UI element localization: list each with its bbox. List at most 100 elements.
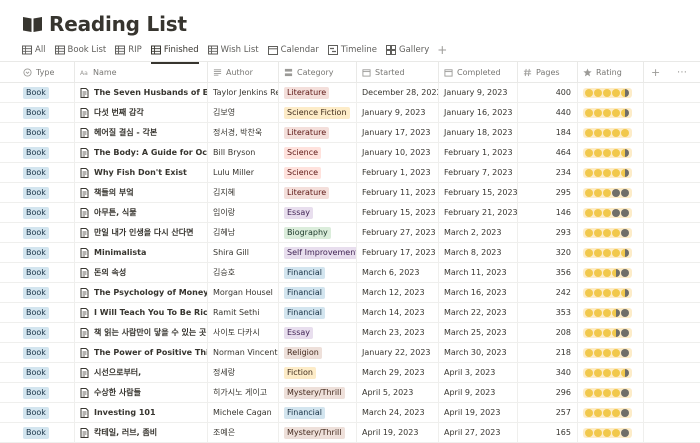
started-cell[interactable]: January 22, 2023 bbox=[357, 343, 439, 362]
table-row[interactable]: Book Why Fish Don't Exist Lulu Miller Scien… bbox=[0, 163, 700, 183]
name-cell[interactable]: The Power of Positive Thinking bbox=[75, 343, 208, 362]
author-cell[interactable]: Bill Bryson bbox=[208, 143, 279, 162]
table-row[interactable]: Book 헤어질 결심 - 각본 정서경, 박찬욱 Literature January… bbox=[0, 123, 700, 143]
category-cell[interactable]: Fiction bbox=[279, 363, 357, 382]
started-cell[interactable]: March 14, 2023 bbox=[357, 303, 439, 322]
completed-cell[interactable]: April 3, 2023 bbox=[439, 363, 518, 382]
table-row[interactable]: Book 만일 내가 인생을 다시 산다면 김혜남 Biography February… bbox=[0, 223, 700, 243]
rating-cell[interactable] bbox=[578, 263, 644, 282]
completed-cell[interactable]: March 16, 2023 bbox=[439, 283, 518, 302]
started-cell[interactable]: February 17, 2023 bbox=[357, 243, 439, 262]
tab-calendar[interactable]: Calendar bbox=[267, 42, 319, 58]
table-row[interactable]: Book I Will Teach You To Be Rich Ramit Set… bbox=[0, 303, 700, 323]
author-cell[interactable]: 조예은 bbox=[208, 423, 279, 442]
name-cell[interactable]: The Psychology of Money bbox=[75, 283, 208, 302]
name-cell[interactable]: I Will Teach You To Be Rich bbox=[75, 303, 208, 322]
rating-cell[interactable] bbox=[578, 323, 644, 342]
author-cell[interactable]: Norman Vincent Peale bbox=[208, 343, 279, 362]
pages-cell[interactable]: 340 bbox=[518, 363, 578, 382]
pages-cell[interactable]: 293 bbox=[518, 223, 578, 242]
category-cell[interactable]: Self Improvement bbox=[279, 243, 357, 262]
category-cell[interactable]: Financial bbox=[279, 403, 357, 422]
column-header-name[interactable]: Aa Name bbox=[75, 62, 208, 82]
pages-cell[interactable]: 295 bbox=[518, 183, 578, 202]
pages-cell[interactable]: 218 bbox=[518, 343, 578, 362]
started-cell[interactable]: March 23, 2023 bbox=[357, 323, 439, 342]
author-cell[interactable]: 김지혜 bbox=[208, 183, 279, 202]
add-column-button[interactable]: + bbox=[651, 62, 660, 82]
column-header-type[interactable]: Type bbox=[0, 62, 75, 82]
pages-cell[interactable]: 234 bbox=[518, 163, 578, 182]
pages-cell[interactable]: 296 bbox=[518, 383, 578, 402]
started-cell[interactable]: February 15, 2023 bbox=[357, 203, 439, 222]
table-row[interactable]: Book 다섯 번째 감각 김보영 Science Fiction January 9,… bbox=[0, 103, 700, 123]
rating-cell[interactable] bbox=[578, 143, 644, 162]
name-cell[interactable]: 수상한 사람들 bbox=[75, 383, 208, 402]
table-row[interactable]: Book 책들의 부엌 김지혜 Literature February 11, 2023… bbox=[0, 183, 700, 203]
category-cell[interactable]: Essay bbox=[279, 203, 357, 222]
category-cell[interactable]: Biography bbox=[279, 223, 357, 242]
category-cell[interactable]: Science Fiction bbox=[279, 103, 357, 122]
rating-cell[interactable] bbox=[578, 423, 644, 442]
table-row[interactable]: Book The Seven Husbands of Evelyn Hugo Tay… bbox=[0, 83, 700, 103]
type-cell[interactable]: Book bbox=[0, 343, 75, 362]
name-cell[interactable]: Minimalista bbox=[75, 243, 208, 262]
name-cell[interactable]: 돈의 속성 bbox=[75, 263, 208, 282]
category-cell[interactable]: Financial bbox=[279, 263, 357, 282]
author-cell[interactable]: 김혜남 bbox=[208, 223, 279, 242]
completed-cell[interactable]: February 7, 2023 bbox=[439, 163, 518, 182]
type-cell[interactable]: Book bbox=[0, 83, 75, 102]
pages-cell[interactable]: 400 bbox=[518, 83, 578, 102]
type-cell[interactable]: Book bbox=[0, 383, 75, 402]
rating-cell[interactable] bbox=[578, 103, 644, 122]
column-header-pages[interactable]: Pages bbox=[518, 62, 578, 82]
pages-cell[interactable]: 208 bbox=[518, 323, 578, 342]
started-cell[interactable]: February 27, 2023 bbox=[357, 223, 439, 242]
category-cell[interactable]: Mystery/Thrill bbox=[279, 423, 357, 442]
started-cell[interactable]: March 29, 2023 bbox=[357, 363, 439, 382]
rating-cell[interactable] bbox=[578, 203, 644, 222]
type-cell[interactable]: Book bbox=[0, 423, 75, 442]
type-cell[interactable]: Book bbox=[0, 303, 75, 322]
table-row[interactable]: Book 돈의 속성 김승호 Financial March 6, 2023 March … bbox=[0, 263, 700, 283]
category-cell[interactable]: Religion bbox=[279, 343, 357, 362]
started-cell[interactable]: January 10, 2023 bbox=[357, 143, 439, 162]
rating-cell[interactable] bbox=[578, 303, 644, 322]
add-view-button[interactable]: + bbox=[437, 42, 447, 58]
started-cell[interactable]: February 11, 2023 bbox=[357, 183, 439, 202]
completed-cell[interactable]: March 22, 2023 bbox=[439, 303, 518, 322]
author-cell[interactable]: Ramit Sethi bbox=[208, 303, 279, 322]
category-cell[interactable]: Literature bbox=[279, 183, 357, 202]
table-row[interactable]: Book 시선으로부터, 정세랑 Fiction March 29, 2023 April… bbox=[0, 363, 700, 383]
started-cell[interactable]: April 5, 2023 bbox=[357, 383, 439, 402]
type-cell[interactable]: Book bbox=[0, 403, 75, 422]
type-cell[interactable]: Book bbox=[0, 183, 75, 202]
category-cell[interactable]: Science bbox=[279, 143, 357, 162]
rating-cell[interactable] bbox=[578, 283, 644, 302]
category-cell[interactable]: Essay bbox=[279, 323, 357, 342]
table-row[interactable]: Book 수상한 사람들 히가시노 게이고 Mystery/Thrill April 5… bbox=[0, 383, 700, 403]
rating-cell[interactable] bbox=[578, 183, 644, 202]
rating-cell[interactable] bbox=[578, 383, 644, 402]
completed-cell[interactable]: March 30, 2023 bbox=[439, 343, 518, 362]
name-cell[interactable]: 시선으로부터, bbox=[75, 363, 208, 382]
pages-cell[interactable]: 353 bbox=[518, 303, 578, 322]
tab-wish-list[interactable]: Wish List bbox=[207, 42, 259, 58]
table-row[interactable]: Book Minimalista Shira Gill Self Improvemen… bbox=[0, 243, 700, 263]
pages-cell[interactable]: 464 bbox=[518, 143, 578, 162]
type-cell[interactable]: Book bbox=[0, 363, 75, 382]
completed-cell[interactable]: January 18, 2023 bbox=[439, 123, 518, 142]
completed-cell[interactable]: February 1, 2023 bbox=[439, 143, 518, 162]
name-cell[interactable]: 아무튼, 식물 bbox=[75, 203, 208, 222]
completed-cell[interactable]: March 2, 2023 bbox=[439, 223, 518, 242]
tab-all[interactable]: All bbox=[22, 42, 46, 58]
started-cell[interactable]: December 28, 2022 bbox=[357, 83, 439, 102]
category-cell[interactable]: Financial bbox=[279, 303, 357, 322]
author-cell[interactable]: Lulu Miller bbox=[208, 163, 279, 182]
completed-cell[interactable]: March 25, 2023 bbox=[439, 323, 518, 342]
author-cell[interactable]: Shira Gill bbox=[208, 243, 279, 262]
category-cell[interactable]: Financial bbox=[279, 283, 357, 302]
type-cell[interactable]: Book bbox=[0, 263, 75, 282]
name-cell[interactable]: Why Fish Don't Exist bbox=[75, 163, 208, 182]
completed-cell[interactable]: February 15, 2023 bbox=[439, 183, 518, 202]
